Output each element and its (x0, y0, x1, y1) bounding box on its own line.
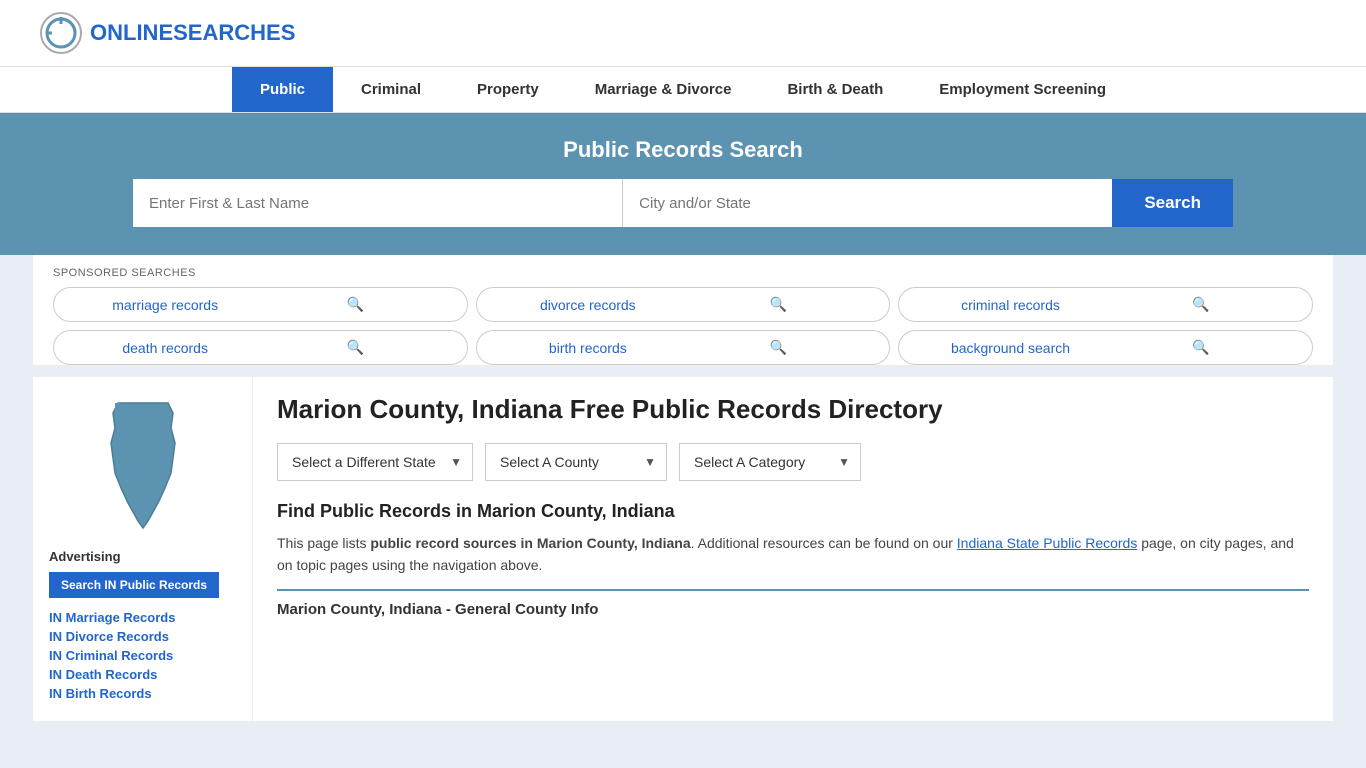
sidebar-link-criminal[interactable]: IN Criminal Records (49, 648, 236, 663)
county-info-title: Marion County, Indiana - General County … (277, 589, 1309, 618)
search-icon: 🔍 (260, 339, 450, 356)
logo-icon (40, 12, 82, 54)
logo-text: ONLINESEARCHES (90, 20, 295, 46)
sponsored-label: SPONSORED SEARCHES (53, 267, 1313, 279)
county-dropdown[interactable]: Select A County (486, 444, 666, 480)
search-icon: 🔍 (260, 296, 450, 313)
indiana-state-records-link[interactable]: Indiana State Public Records (957, 535, 1138, 551)
search-icon: 🔍 (683, 296, 873, 313)
search-icon: 🔍 (1106, 339, 1296, 356)
sidebar-link-birth[interactable]: IN Birth Records (49, 686, 236, 701)
county-dropdown-wrapper: Select A County ▼ (485, 443, 667, 481)
search-form: Search (133, 179, 1233, 227)
nav-property[interactable]: Property (449, 67, 567, 112)
search-banner: Public Records Search Search (0, 113, 1366, 255)
main-content: Marion County, Indiana Free Public Recor… (253, 377, 1333, 721)
dropdowns-row: Select a Different State ▼ Select A Coun… (277, 443, 1309, 481)
sidebar: Advertising Search IN Public Records IN … (33, 377, 253, 721)
sponsored-background-search[interactable]: background search 🔍 (898, 330, 1313, 365)
sponsored-birth-records[interactable]: birth records 🔍 (476, 330, 891, 365)
sponsored-divorce-records[interactable]: divorce records 🔍 (476, 287, 891, 322)
sponsored-grid: marriage records 🔍 divorce records 🔍 cri… (53, 287, 1313, 365)
nav-birth-death[interactable]: Birth & Death (759, 67, 911, 112)
search-banner-title: Public Records Search (40, 137, 1326, 163)
location-input[interactable] (623, 179, 1112, 227)
search-icon: 🔍 (1106, 296, 1296, 313)
description-text: This page lists public record sources in… (277, 532, 1309, 577)
nav-employment-screening[interactable]: Employment Screening (911, 67, 1134, 112)
logo[interactable]: ONLINESEARCHES (40, 12, 295, 54)
sponsored-death-records[interactable]: death records 🔍 (53, 330, 468, 365)
indiana-map-icon (93, 393, 193, 533)
state-dropdown-wrapper: Select a Different State ▼ (277, 443, 473, 481)
sponsored-searches-area: SPONSORED SEARCHES marriage records 🔍 di… (33, 255, 1333, 365)
nav-marriage-divorce[interactable]: Marriage & Divorce (567, 67, 760, 112)
nav-public[interactable]: Public (232, 67, 333, 112)
sidebar-link-death[interactable]: IN Death Records (49, 667, 236, 682)
page-body: Advertising Search IN Public Records IN … (33, 377, 1333, 721)
advertising-label: Advertising (49, 549, 236, 564)
search-icon: 🔍 (683, 339, 873, 356)
nav-criminal[interactable]: Criminal (333, 67, 449, 112)
page-title: Marion County, Indiana Free Public Recor… (277, 393, 1309, 427)
sidebar-link-marriage[interactable]: IN Marriage Records (49, 610, 236, 625)
state-dropdown[interactable]: Select a Different State (278, 444, 472, 480)
sponsored-criminal-records[interactable]: criminal records 🔍 (898, 287, 1313, 322)
find-records-title: Find Public Records in Marion County, In… (277, 501, 1309, 522)
site-header: ONLINESEARCHES (0, 0, 1366, 67)
main-navigation: Public Criminal Property Marriage & Divo… (0, 67, 1366, 113)
sidebar-link-divorce[interactable]: IN Divorce Records (49, 629, 236, 644)
search-button[interactable]: Search (1112, 179, 1233, 227)
category-dropdown-wrapper: Select A Category ▼ (679, 443, 861, 481)
sponsored-marriage-records[interactable]: marriage records 🔍 (53, 287, 468, 322)
search-in-public-records-button[interactable]: Search IN Public Records (49, 572, 219, 598)
category-dropdown[interactable]: Select A Category (680, 444, 860, 480)
name-input[interactable] (133, 179, 623, 227)
